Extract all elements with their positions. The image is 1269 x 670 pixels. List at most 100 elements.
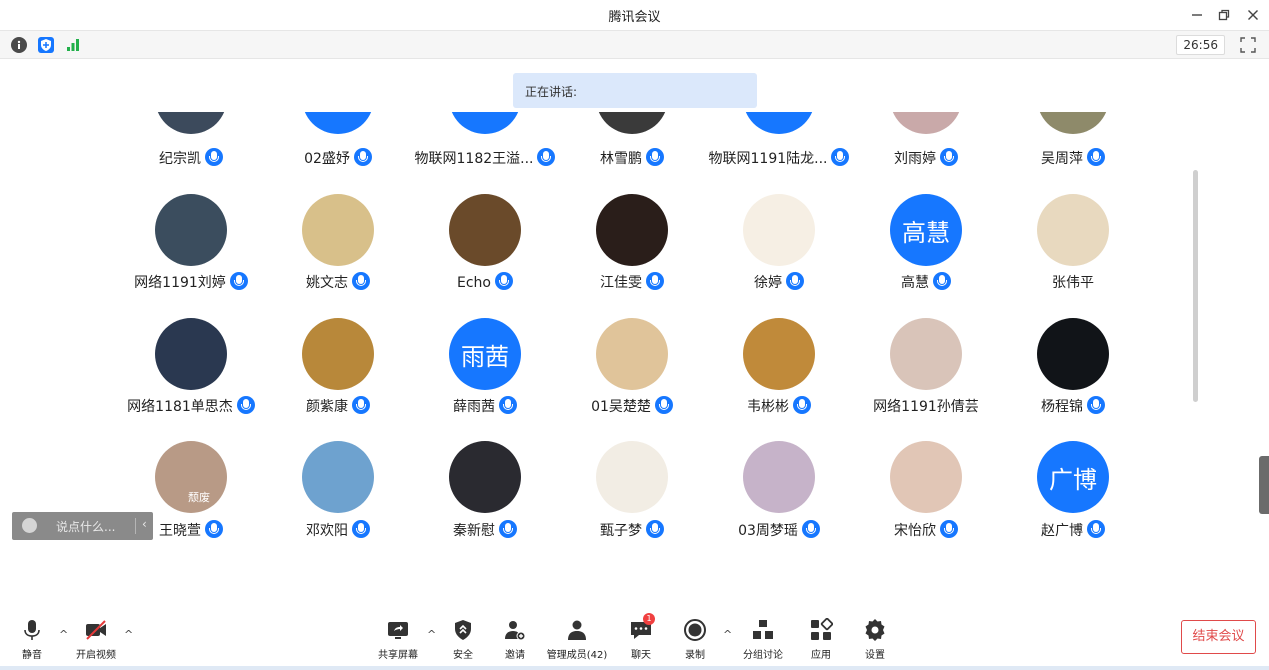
participant-tile[interactable]: 03周梦瑶 xyxy=(704,112,854,539)
avatar-initials: 颓废 xyxy=(188,491,210,504)
invite-label: 邀请 xyxy=(505,650,525,661)
participant-name-row: 江佳雯 xyxy=(557,272,707,292)
mic-muted-icon xyxy=(352,396,370,414)
video-options-chevron-icon[interactable]: ^ xyxy=(124,628,134,641)
mute-label: 静音 xyxy=(22,650,42,661)
minimize-button[interactable] xyxy=(1186,4,1208,26)
gear-icon xyxy=(865,619,885,641)
participant-name: 徐婷 xyxy=(754,275,782,291)
participant-name: 网络1181单思杰 xyxy=(127,399,233,415)
fullscreen-button[interactable] xyxy=(1239,36,1257,54)
network-signal-icon[interactable] xyxy=(65,37,81,53)
participant-avatar xyxy=(890,441,962,513)
chat-button[interactable]: 1 聊天 xyxy=(627,613,655,664)
avatar-initials: 雨茜 xyxy=(461,342,509,371)
side-panel-handle[interactable] xyxy=(1259,456,1269,514)
participant-name: 秦新慰 xyxy=(453,523,495,539)
mic-muted-icon xyxy=(494,272,513,290)
share-options-chevron-icon[interactable]: ^ xyxy=(427,628,437,641)
mic-muted-icon xyxy=(499,396,517,414)
participant-name-row: 网络1191孙倩芸 xyxy=(851,396,1001,416)
mic-muted-icon xyxy=(646,272,664,290)
participant-avatar xyxy=(743,441,815,513)
participant-tile[interactable]: 秦新慰 xyxy=(410,112,560,539)
emoji-icon[interactable] xyxy=(22,518,37,533)
settings-button[interactable]: 设置 xyxy=(861,618,889,664)
shield-icon xyxy=(455,620,471,640)
participant-avatar xyxy=(890,318,962,390)
end-meeting-button[interactable]: 结束会议 xyxy=(1181,620,1256,654)
security-label: 安全 xyxy=(453,650,473,661)
window-title: 腾讯会议 xyxy=(608,10,661,25)
participant-avatar: 雨茜 xyxy=(449,318,521,390)
record-options-chevron-icon[interactable]: ^ xyxy=(723,628,733,641)
participant-name: 邓欢阳 xyxy=(306,523,348,539)
manage-members-button[interactable]: 管理成员(42) xyxy=(544,618,610,664)
mute-button[interactable]: 静音 xyxy=(17,618,47,664)
speaking-banner: 正在讲话: xyxy=(513,73,757,108)
security-button[interactable]: 安全 xyxy=(449,618,477,664)
audio-options-chevron-icon[interactable]: ^ xyxy=(59,628,69,641)
participant-avatar xyxy=(449,441,521,513)
participant-name: 江佳雯 xyxy=(600,275,642,291)
mic-muted-icon xyxy=(933,272,951,290)
fullscreen-icon xyxy=(1240,37,1256,53)
mic-muted-icon xyxy=(654,396,673,414)
start-video-button[interactable]: 开启视频 xyxy=(70,618,122,664)
participant-name: 颜紫康 xyxy=(306,399,348,415)
apps-label: 应用 xyxy=(811,650,831,661)
record-label: 录制 xyxy=(685,650,705,661)
apps-button[interactable]: 应用 xyxy=(807,618,835,664)
apps-icon xyxy=(811,618,833,640)
participant-name-row: 姚文志 xyxy=(263,272,413,292)
participant-name: 网络1191孙倩芸 xyxy=(873,399,979,415)
participant-tile[interactable]: 宋怡欣 xyxy=(851,112,1001,539)
participant-tile[interactable]: 甄子梦 xyxy=(557,112,707,539)
microphone-icon xyxy=(24,620,40,640)
participant-name-row: 徐婷 xyxy=(704,272,854,292)
invite-button[interactable]: 邀请 xyxy=(501,618,529,664)
mic-muted-icon xyxy=(352,272,370,290)
participant-tile[interactable]: 邓欢阳 xyxy=(263,112,413,539)
chat-unread-badge: 1 xyxy=(643,613,655,625)
participant-avatar xyxy=(302,318,374,390)
collapse-arrow-icon[interactable]: ‹ xyxy=(142,517,147,531)
participant-avatar xyxy=(155,318,227,390)
participant-name: 姚文志 xyxy=(306,275,348,291)
participant-name-row: 网络1191刘婷 xyxy=(116,272,266,292)
participant-avatar: 广博 xyxy=(1037,441,1109,513)
participant-tile[interactable]: 广博 赵广博 xyxy=(998,112,1148,539)
participant-name: 01吴楚楚 xyxy=(591,399,651,415)
mic-muted-icon xyxy=(1087,396,1105,414)
close-button[interactable] xyxy=(1242,4,1264,26)
participant-tile[interactable]: 颓废 王晓萱 xyxy=(116,112,266,539)
mic-muted-icon xyxy=(646,520,664,538)
breakout-rooms-button[interactable]: 分组讨论 xyxy=(740,618,786,664)
breakout-icon xyxy=(753,620,773,639)
share-screen-button[interactable]: 共享屏幕 xyxy=(375,618,421,664)
meeting-info-icon[interactable] xyxy=(11,37,27,53)
toolbar-bottom-border xyxy=(0,666,1269,670)
mic-muted-icon xyxy=(940,520,958,538)
minimize-icon xyxy=(1192,14,1202,16)
restore-icon xyxy=(1218,9,1230,21)
divider xyxy=(135,518,136,534)
participant-avatar xyxy=(302,441,374,513)
video-label: 开启视频 xyxy=(76,650,116,661)
participant-name: 张伟平 xyxy=(1052,275,1094,291)
chat-quick-input[interactable]: 说点什么... ‹ xyxy=(12,512,153,540)
restore-button[interactable] xyxy=(1213,4,1235,26)
grid-scrollbar[interactable] xyxy=(1193,170,1198,402)
record-button[interactable]: 录制 xyxy=(681,618,709,664)
info-bar: 26:56 xyxy=(0,30,1269,59)
avatar-initials: 广博 xyxy=(1049,465,1097,494)
mic-muted-icon xyxy=(236,396,255,414)
record-icon xyxy=(684,619,706,641)
participant-avatar: 颓废 xyxy=(155,441,227,513)
participant-name-row: 网络1181单思杰 xyxy=(116,396,266,416)
security-shield-icon[interactable] xyxy=(38,37,54,53)
participant-name-row: 甄子梦 xyxy=(557,520,707,540)
participant-name-row: 01吴楚楚 xyxy=(557,396,707,416)
participant-avatar xyxy=(596,318,668,390)
participant-name-row: 宋怡欣 xyxy=(851,520,1001,540)
